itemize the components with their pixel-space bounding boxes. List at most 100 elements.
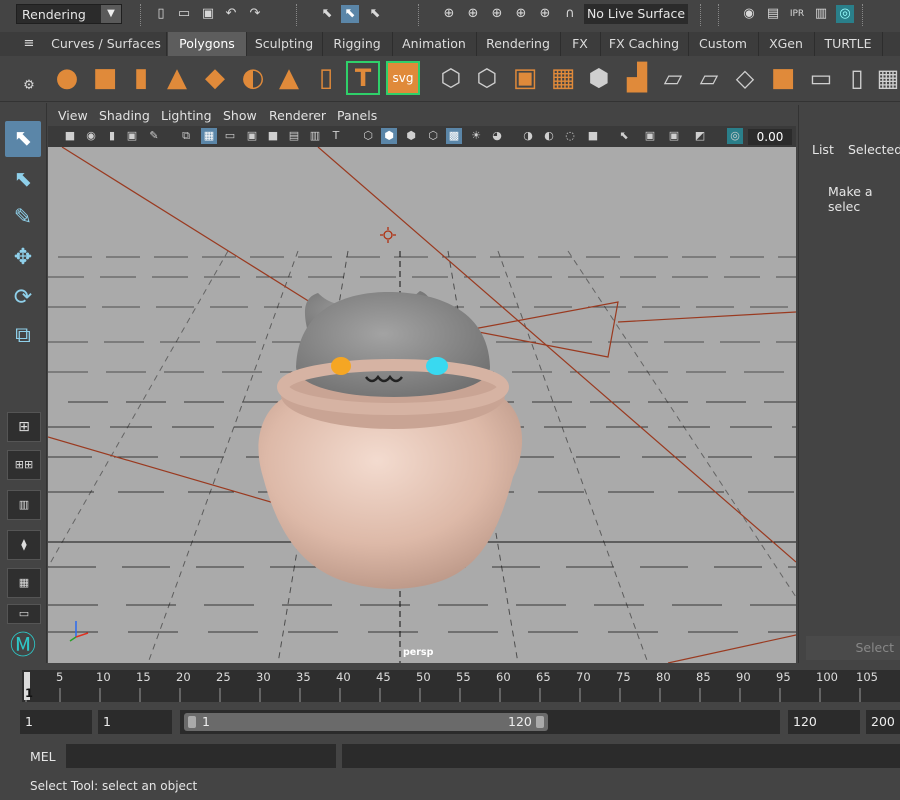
mirror-icon[interactable]: ▭ <box>804 61 838 95</box>
gate-mask-icon[interactable]: ■ <box>265 128 281 144</box>
new-scene-icon[interactable]: ▯ <box>152 5 170 23</box>
bridge-icon[interactable]: ⬢ <box>582 61 616 95</box>
screen-space-ao-icon[interactable]: ◑ <box>520 128 536 144</box>
script-layout-icon[interactable]: ▭ <box>7 604 41 624</box>
perspective-viewport[interactable] <box>48 147 796 663</box>
select-tool-icon[interactable]: ⬉ <box>5 121 41 157</box>
shelf-menu-icon[interactable]: ≡ <box>20 35 38 53</box>
paint-select-icon[interactable]: ✎ <box>5 200 41 236</box>
live-surface-field[interactable]: No Live Surface <box>584 4 688 24</box>
poly-sphere-icon[interactable]: ● <box>50 61 84 95</box>
textured-icon[interactable]: ▩ <box>446 128 462 144</box>
ipr-render-icon[interactable]: IPR <box>788 5 806 23</box>
select-hierarchy-icon[interactable]: ⬉ <box>318 5 336 23</box>
bounding-box-icon[interactable]: ▦ <box>876 61 900 95</box>
tab-curves-surfaces[interactable]: Curves / Surfaces <box>46 32 167 56</box>
select-object-icon[interactable]: ⬉ <box>341 5 359 23</box>
xray-icon[interactable]: ⬡ <box>425 128 441 144</box>
poly-plane-icon[interactable]: ◆ <box>198 61 232 95</box>
start-time-field[interactable]: 1 <box>20 710 92 734</box>
poly-pipe-icon[interactable]: ▯ <box>309 61 343 95</box>
menu-view[interactable]: View <box>58 108 88 123</box>
exposure-icon[interactable]: ◩ <box>692 128 708 144</box>
multi-cut-icon[interactable]: ▱ <box>692 61 726 95</box>
tab-polygons[interactable]: Polygons <box>168 32 247 56</box>
render-settings-icon[interactable]: ▥ <box>812 5 830 23</box>
poly-cube-icon[interactable]: ■ <box>88 61 122 95</box>
wireframe-icon[interactable]: ⬡ <box>360 128 376 144</box>
playback-start-field[interactable]: 1 <box>98 710 172 734</box>
svg-tool-icon[interactable]: svg <box>386 61 420 95</box>
poly-cone-icon[interactable]: ▲ <box>160 61 194 95</box>
smooth-shade-icon[interactable]: ⬢ <box>381 128 397 144</box>
tab-sculpting[interactable]: Sculpting <box>246 32 323 56</box>
snap-live-icon[interactable]: ⊕ <box>536 5 554 23</box>
channel-menu-selected[interactable]: Selected <box>848 142 900 157</box>
two-d-pan-icon[interactable]: ⧉ <box>178 128 194 144</box>
move-tool-icon[interactable]: ✥ <box>5 240 41 276</box>
range-start-grip[interactable] <box>188 716 196 728</box>
menu-shading[interactable]: Shading <box>99 108 150 123</box>
wireframe-on-shaded-icon[interactable]: ⬢ <box>403 128 419 144</box>
menu-lighting[interactable]: Lighting <box>161 108 212 123</box>
outliner-layout-icon[interactable]: ▦ <box>7 568 41 598</box>
single-pane-layout-icon[interactable]: ⊞ <box>7 412 41 442</box>
shelf-settings-icon[interactable]: ⚙ <box>20 77 38 95</box>
resolution-gate-icon[interactable]: ▣ <box>244 128 260 144</box>
menu-renderer[interactable]: Renderer <box>269 108 326 123</box>
bevel-icon[interactable]: ▟ <box>620 61 654 95</box>
anti-aliasing-icon[interactable]: ◌ <box>562 128 578 144</box>
range-end-grip[interactable] <box>536 716 544 728</box>
camera-icon[interactable]: ■ <box>62 128 78 144</box>
snap-grid-icon[interactable]: ⊕ <box>440 5 458 23</box>
tab-xgen[interactable]: XGen <box>758 32 815 56</box>
maya-logo-icon[interactable]: Ⓜ <box>5 628 41 664</box>
end-time-field[interactable]: 200 <box>866 710 900 734</box>
range-slider-handle[interactable]: 1 120 <box>184 713 548 731</box>
render-view-icon[interactable]: ◉ <box>740 5 758 23</box>
redo-icon[interactable]: ↷ <box>246 5 264 23</box>
lasso-tool-icon[interactable]: ⬉ <box>5 162 41 198</box>
bookmark-icon[interactable]: ▮ <box>104 128 120 144</box>
menu-panels[interactable]: Panels <box>337 108 377 123</box>
xray-active-icon[interactable]: ▣ <box>666 128 682 144</box>
select-component-icon[interactable]: ⬉ <box>366 5 384 23</box>
tab-rigging[interactable]: Rigging <box>322 32 393 56</box>
uv-editor-icon[interactable]: ▯ <box>840 61 874 95</box>
shadows-icon[interactable]: ◕ <box>489 128 505 144</box>
target-weld-icon[interactable]: ◇ <box>728 61 762 95</box>
isolate-select-icon[interactable]: ⬉ <box>616 128 632 144</box>
command-language-label[interactable]: MEL <box>30 749 56 764</box>
tab-animation[interactable]: Animation <box>392 32 477 56</box>
hypershade-icon[interactable]: ◎ <box>836 5 854 23</box>
playback-end-field[interactable]: 120 <box>788 710 860 734</box>
image-plane-icon[interactable]: ▣ <box>124 128 140 144</box>
motion-blur-icon[interactable]: ◐ <box>541 128 557 144</box>
film-gate-icon[interactable]: ▭ <box>222 128 238 144</box>
menu-show[interactable]: Show <box>223 108 257 123</box>
xray-joints-icon[interactable]: ▣ <box>642 128 658 144</box>
camera-attributes-icon[interactable]: ◉ <box>83 128 99 144</box>
smooth-icon[interactable]: ▣ <box>508 61 542 95</box>
four-pane-layout-icon[interactable]: ⊞⊞ <box>7 450 41 480</box>
tab-custom[interactable]: Custom <box>688 32 759 56</box>
render-frame-icon[interactable]: ▤ <box>764 5 782 23</box>
tab-turtle[interactable]: TURTLE <box>814 32 883 56</box>
safe-action-icon[interactable]: ▥ <box>307 128 323 144</box>
grid-toggle-icon[interactable]: ▦ <box>201 128 217 144</box>
undo-icon[interactable]: ↶ <box>222 5 240 23</box>
safe-title-icon[interactable]: T <box>328 128 344 144</box>
poly-torus-icon[interactable]: ◐ <box>236 61 270 95</box>
tab-fx-caching[interactable]: FX Caching <box>600 32 689 56</box>
snap-view-plane-icon[interactable]: ⊕ <box>512 5 530 23</box>
open-scene-icon[interactable]: ▭ <box>175 5 193 23</box>
exposure-field[interactable]: 0.00 <box>748 129 792 145</box>
snap-point-icon[interactable]: ⊕ <box>488 5 506 23</box>
scale-tool-icon[interactable]: ⧉ <box>5 318 41 354</box>
gamma-icon[interactable]: ◎ <box>727 128 743 144</box>
depth-of-field-icon[interactable]: ■ <box>585 128 601 144</box>
channel-menu-list[interactable]: List <box>812 142 834 157</box>
menu-set-dropdown[interactable]: Rendering ▼ <box>16 4 122 24</box>
save-scene-icon[interactable]: ▣ <box>199 5 217 23</box>
use-all-lights-icon[interactable]: ☀ <box>468 128 484 144</box>
